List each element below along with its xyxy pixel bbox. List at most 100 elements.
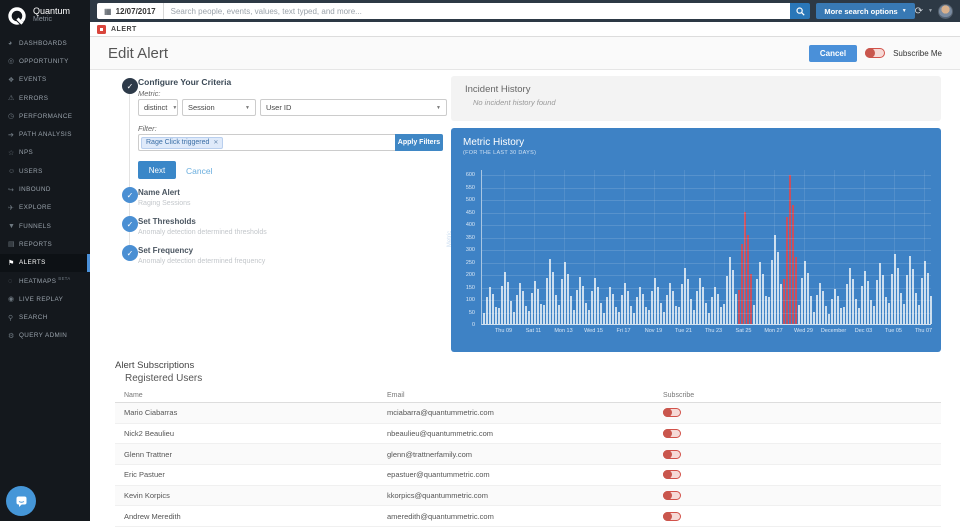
x-tick-label: Mon 13	[554, 328, 573, 334]
subscribe-toggle[interactable]	[663, 429, 681, 439]
chart-bar	[513, 311, 515, 324]
table-row: Mario Ciabarras mciabarra@quantummetric.…	[115, 403, 941, 424]
date-picker[interactable]: ▦ 12/07/2017	[97, 3, 164, 19]
subscribe-me-toggle[interactable]	[865, 48, 886, 58]
metric-history-title: Metric History	[463, 137, 525, 148]
gridline	[624, 170, 626, 324]
metric-dropdown[interactable]: User ID ▼	[260, 99, 447, 116]
sidebar-item-reports[interactable]: ▤ REPORTS	[0, 235, 90, 253]
chart-y-axis: 0 50 100 150 200 250 300 350 400 450 500 550 600	[457, 170, 478, 328]
chart-bar	[888, 303, 890, 324]
chart-bar	[636, 297, 638, 324]
sidebar-item-dashboards[interactable]: ◕ DASHBOARDS	[0, 34, 90, 52]
step-cancel-link[interactable]: Cancel	[186, 166, 212, 176]
sidebar-item-explore[interactable]: ✈ EXPLORE	[0, 199, 90, 217]
funnels-icon: ▼	[8, 222, 15, 230]
y-tick-label: 200	[465, 272, 475, 278]
x-tick-label: Tue 21	[675, 328, 692, 334]
chart-bar	[621, 294, 623, 324]
more-search-options-button[interactable]: More search options ▼	[816, 3, 915, 19]
refresh-icon[interactable]: ⟳	[915, 6, 923, 17]
filter-chip: Rage Click triggered ✕	[141, 136, 224, 149]
sidebar-item-query-admin[interactable]: ⚙ QUERY ADMIN	[0, 327, 90, 345]
chip-close-icon[interactable]: ✕	[213, 139, 218, 146]
sidebar-item-search[interactable]: ⚲ SEARCH	[0, 308, 90, 326]
aggregation-dropdown[interactable]: distinct ▼	[138, 99, 178, 116]
next-button[interactable]: Next	[138, 161, 176, 179]
chart-bar-anomaly	[738, 290, 740, 324]
gridline	[564, 170, 566, 324]
sidebar-item-heatmaps[interactable]: ◌ HEATMAPS BETA	[0, 272, 90, 290]
user-avatar[interactable]	[938, 3, 953, 19]
sidebar-item-users[interactable]: ☺ USERS	[0, 162, 90, 180]
chat-button[interactable]	[6, 486, 36, 516]
y-tick-label: 600	[465, 172, 475, 178]
subscribe-toggle[interactable]	[663, 491, 681, 501]
chart-bar	[825, 305, 827, 324]
subscribe-me-label: Subscribe Me	[893, 48, 942, 58]
chart-bar	[582, 286, 584, 324]
sidebar-item-performance[interactable]: ◷ PERFORMANCE	[0, 107, 90, 125]
chart-bar	[639, 286, 641, 324]
metric-history-panel: Metric History (FOR THE LAST 30 DAYS) Me…	[447, 128, 941, 352]
chart-bar	[609, 286, 611, 324]
sidebar-item-opportunity[interactable]: ◎ OPPORTUNITY	[0, 52, 90, 70]
subscribe-toggle[interactable]	[663, 449, 681, 459]
y-tick-label: 150	[465, 284, 475, 291]
gridline	[534, 170, 536, 324]
topbar: ▦ 12/07/2017 More search options ▼ ⟳ ▼	[90, 0, 960, 22]
chart-bar	[798, 305, 800, 324]
chart-bar	[816, 294, 818, 324]
filter-label: Filter:	[138, 124, 157, 133]
gridline	[594, 170, 596, 324]
scope-dropdown[interactable]: Session ▼	[182, 99, 256, 116]
sidebar-item-nps[interactable]: ☆ NPS	[0, 144, 90, 162]
user-email: glenn@trattnerfamily.com	[387, 449, 473, 459]
gridline	[684, 170, 686, 324]
live-replay-icon: ◉	[8, 296, 15, 304]
step4-title: Set Frequency	[138, 246, 194, 255]
beta-badge: BETA	[58, 276, 71, 282]
chart-bar	[645, 307, 647, 324]
y-tick-label: 550	[465, 184, 475, 191]
apply-filters-button[interactable]: Apply Filters	[395, 134, 443, 151]
filter-input[interactable]: Rage Click triggered ✕	[138, 134, 395, 151]
chart-bar	[519, 283, 521, 324]
chart-bar	[675, 305, 677, 324]
chart-bar	[735, 293, 737, 324]
chevron-down-icon: ▼	[172, 104, 178, 111]
sidebar-item-events[interactable]: ❖ EVENTS	[0, 71, 90, 89]
sidebar-item-errors[interactable]: ⚠ ERRORS	[0, 89, 90, 107]
sidebar-item-path-analysis[interactable]: ➔ PATH ANALYSIS	[0, 125, 90, 143]
gridline	[833, 170, 835, 324]
chat-bubble-icon	[16, 496, 26, 507]
search-button[interactable]	[790, 3, 811, 19]
dashboards-icon: ◕	[8, 39, 13, 47]
x-tick-label: Wed 15	[584, 328, 603, 334]
sidebar-item-funnels[interactable]: ▼ FUNNELS	[0, 217, 90, 235]
subscribe-toggle[interactable]	[663, 470, 681, 480]
sidebar-item-live-replay[interactable]: ◉ LIVE REPLAY	[0, 290, 90, 308]
chart-bar	[486, 297, 488, 324]
chart-bar	[666, 294, 668, 324]
quantum-metric-logo[interactable]: Quantum Metric	[0, 0, 90, 30]
cancel-button[interactable]: Cancel	[808, 44, 858, 62]
chart-bar	[507, 282, 509, 324]
chart-bar	[900, 292, 902, 324]
sidebar-item-inbound[interactable]: ↪ INBOUND	[0, 180, 90, 198]
subscribe-toggle[interactable]	[663, 511, 681, 521]
sidebar-item-alerts[interactable]: ⚑ ALERTS	[0, 253, 90, 273]
filter-row: Rage Click triggered ✕ Apply Filters	[138, 134, 443, 151]
subscribe-toggle[interactable]	[663, 408, 681, 418]
tab-alert[interactable]: ALERT	[111, 26, 137, 33]
registered-users-title: Registered Users	[125, 373, 203, 384]
chart-bar	[678, 307, 680, 324]
chart-bar-anomaly	[792, 204, 794, 324]
toggle-knob	[663, 429, 672, 439]
chart-bar	[633, 312, 635, 324]
chart-bar	[558, 305, 560, 324]
x-tick-label: Wed 29	[794, 328, 813, 334]
search-input[interactable]	[163, 3, 791, 19]
refresh-caret-icon[interactable]: ▼	[928, 8, 933, 14]
step1-check-icon: ✓	[122, 78, 138, 94]
